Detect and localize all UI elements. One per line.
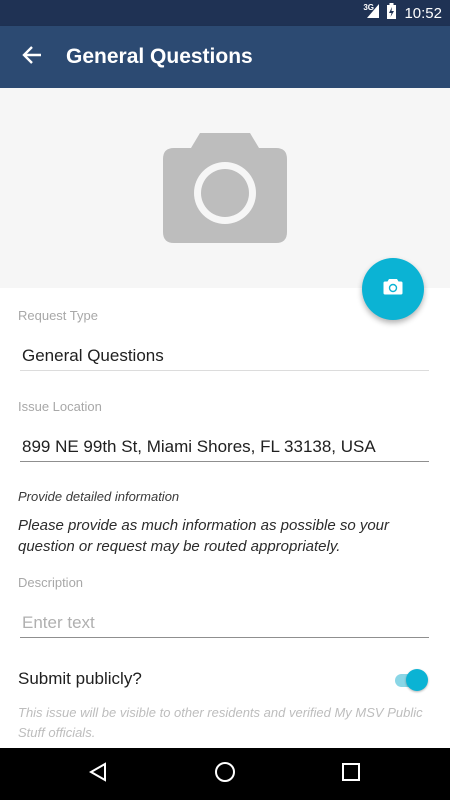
divider xyxy=(20,637,429,638)
request-type-field[interactable]: General Questions xyxy=(22,346,164,366)
page-title: General Questions xyxy=(66,45,253,68)
detail-label: Provide detailed information xyxy=(18,489,180,504)
app-bar: General Questions xyxy=(0,26,450,88)
status-bar: 3G 10:52 xyxy=(0,0,450,26)
submit-publicly-label: Submit publicly? xyxy=(18,669,142,688)
photo-area[interactable] xyxy=(0,88,450,288)
arrow-back-icon xyxy=(22,45,42,69)
nav-recents-icon xyxy=(342,762,360,786)
camera-icon xyxy=(383,278,403,300)
divider xyxy=(20,461,429,462)
back-button[interactable] xyxy=(0,26,64,88)
request-type-label: Request Type xyxy=(18,308,98,323)
divider xyxy=(20,370,429,371)
issue-location-label: Issue Location xyxy=(18,399,102,414)
nav-back-icon xyxy=(88,761,108,787)
description-input[interactable]: Enter text xyxy=(22,613,95,633)
navigation-bar xyxy=(0,748,450,800)
nav-home-button[interactable] xyxy=(195,748,255,800)
add-photo-button[interactable] xyxy=(362,258,424,320)
battery-icon xyxy=(387,2,397,24)
toggle-thumb xyxy=(406,669,428,691)
nav-home-icon xyxy=(214,761,236,788)
signal-icon xyxy=(367,3,380,23)
nav-back-button[interactable] xyxy=(68,748,128,800)
nav-recents-button[interactable] xyxy=(321,748,381,800)
detail-text: Please provide as much information as po… xyxy=(18,517,390,555)
issue-location-field[interactable]: 899 NE 99th St, Miami Shores, FL 33138, … xyxy=(22,437,376,457)
camera-icon xyxy=(162,131,288,250)
clock: 10:52 xyxy=(404,4,442,22)
description-label: Description xyxy=(18,575,84,590)
submit-publicly-toggle[interactable] xyxy=(393,669,431,691)
public-note: This issue will be visible to other resi… xyxy=(18,705,423,740)
